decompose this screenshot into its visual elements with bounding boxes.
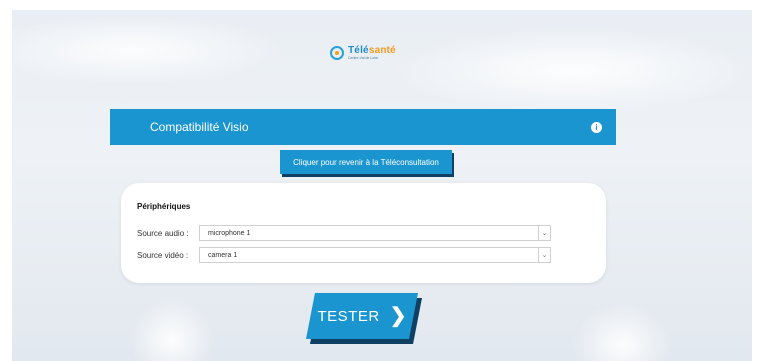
page-background: Télésanté Centre-Val de Loire Compatibil… [12,10,752,361]
info-icon[interactable]: i [591,121,602,133]
telesante-logo: Télésanté Centre-Val de Loire [330,46,396,61]
video-source-select[interactable]: camera 1 ⌄ [199,247,551,263]
devices-title: Périphériques [137,202,191,211]
tester-label: TESTER [317,307,380,325]
audio-source-select[interactable]: microphone 1 ⌄ [199,225,551,241]
logo-mark-icon [330,46,344,61]
chevron-down-icon[interactable]: ⌄ [538,226,550,240]
devices-card: Périphériques Source audio : microphone … [121,183,606,283]
logo-title: Télésanté [348,46,396,56]
page-title: Compatibilité Visio [150,120,249,134]
video-source-row: Source vidéo : camera 1 ⌄ [137,247,551,263]
audio-source-label: Source audio : [137,228,189,238]
logo-text: Télésanté Centre-Val de Loire [348,46,396,61]
logo-title-accent: santé [368,45,396,56]
chevron-right-icon: ❯ [389,305,407,327]
header-bar: Compatibilité Visio i [110,109,616,145]
logo-title-main: Télé [348,45,369,56]
logo-subtitle: Centre-Val de Loire [348,56,379,60]
audio-source-row: Source audio : microphone 1 ⌄ [137,225,551,241]
video-source-label: Source vidéo : [137,250,189,260]
video-source-value: camera 1 [208,251,238,259]
back-to-teleconsultation-button[interactable]: Cliquer pour revenir à la Téléconsultati… [280,150,452,174]
chevron-down-icon[interactable]: ⌄ [538,248,550,262]
audio-source-value: microphone 1 [208,229,251,237]
tester-button[interactable]: TESTER ❯ [306,293,418,339]
